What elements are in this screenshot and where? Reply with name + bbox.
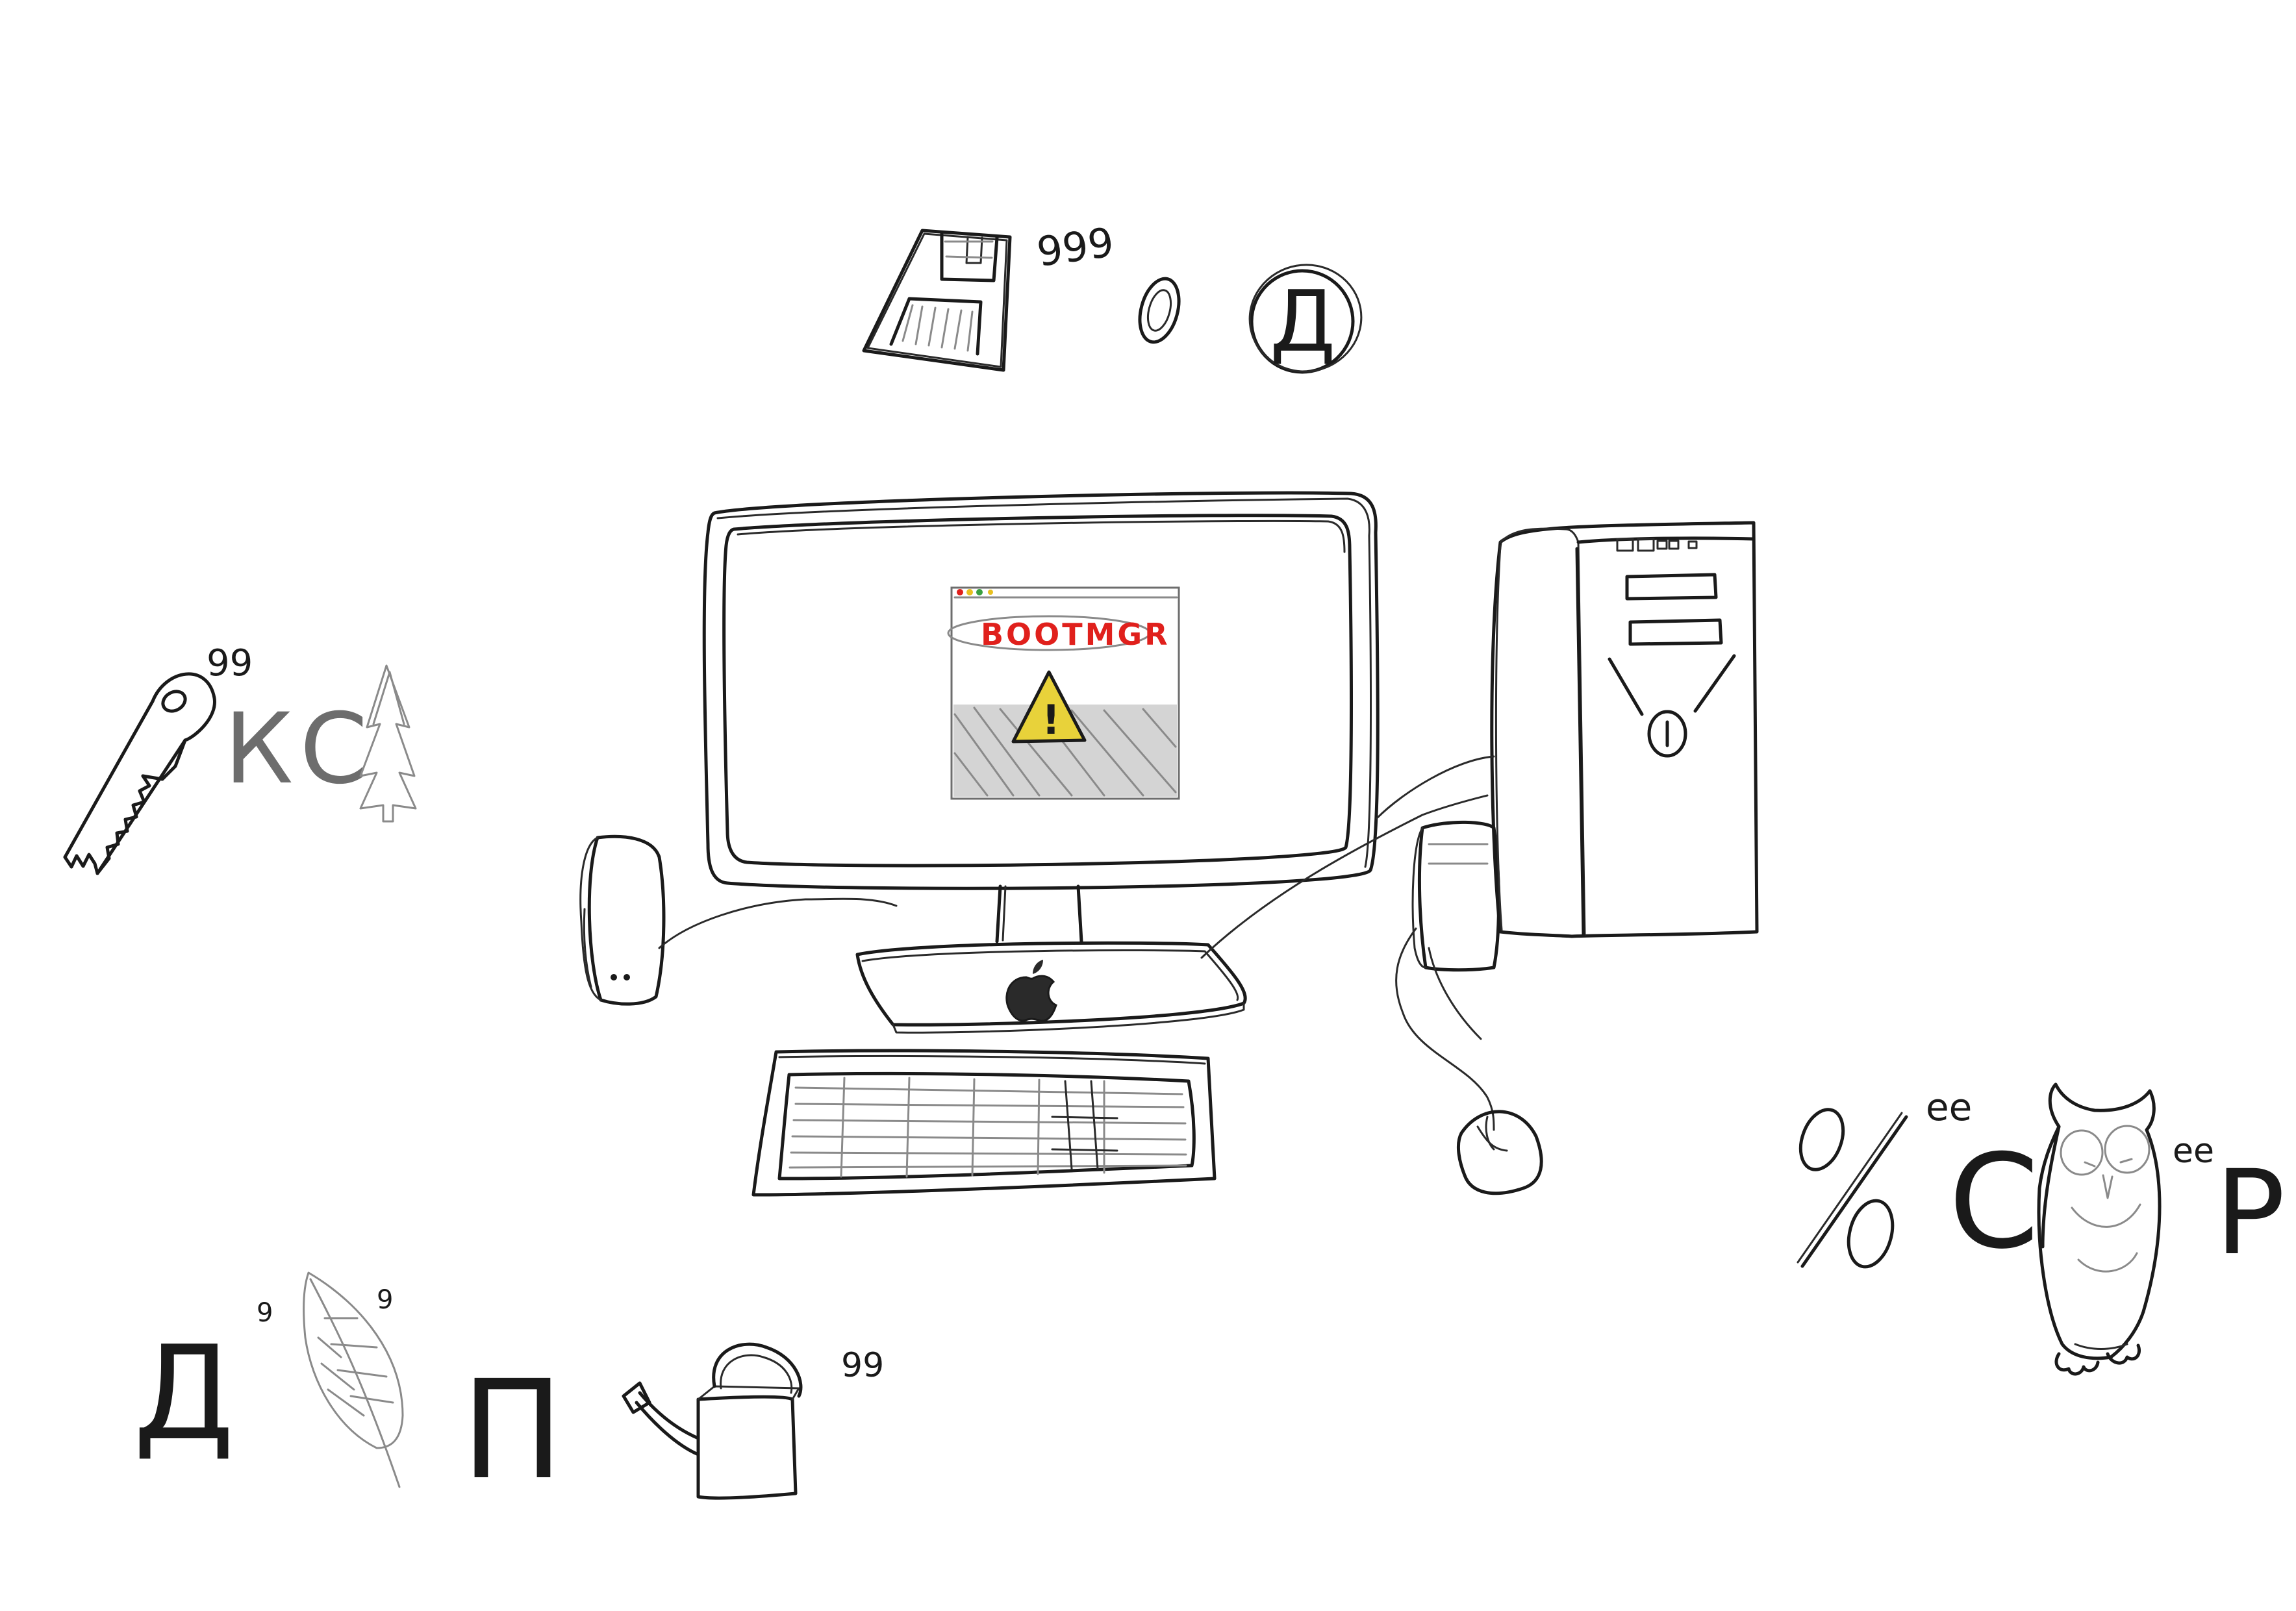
bottom-letter-p: П: [461, 1351, 564, 1510]
mouse: [1457, 1110, 1543, 1195]
rebus-drawing: 999 о Д 99 КС BOOTMGR ! % ee С ee Р Д 9 …: [63, 218, 2286, 1510]
right-rebus: % ee С ee Р: [1797, 1082, 2286, 1376]
top-commas: 999: [1034, 218, 1116, 276]
bottom-rebus: Д 9 9 П 99: [133, 1271, 884, 1510]
minimize-dot: [966, 589, 973, 595]
floppy-disk-icon: [862, 229, 1012, 372]
right-marks-2: ee: [2173, 1132, 2214, 1171]
bottom-comma-2: 9: [377, 1285, 393, 1315]
keyboard: [751, 1049, 1217, 1197]
letter-o-outline: [1138, 277, 1181, 344]
window-dot: [988, 590, 993, 595]
monitor: BOOTMGR !: [702, 491, 1380, 1034]
saw-icon: [63, 672, 216, 875]
percent-sign: %: [1797, 1108, 1908, 1269]
right-letter-c: С: [1949, 1127, 2039, 1278]
maximize-dot: [976, 589, 983, 595]
bottom-comma-1: 9: [257, 1298, 273, 1328]
error-window: BOOTMGR !: [947, 586, 1180, 800]
error-label: BOOTMGR: [981, 617, 1170, 652]
right-marks-1: ee: [1926, 1085, 1972, 1129]
close-dot: [957, 589, 963, 595]
left-letters: КС: [224, 693, 374, 806]
warning-glyph: !: [1042, 696, 1060, 743]
apple-logo-icon: [1005, 960, 1057, 1022]
top-letter-d: Д: [1270, 272, 1336, 371]
left-speaker: [579, 834, 666, 1006]
top-rebus: 999 о Д: [862, 218, 1363, 374]
watering-can-icon: [622, 1342, 803, 1500]
owl-icon: [2037, 1082, 2162, 1376]
right-speaker: [1411, 820, 1500, 972]
circled-letter-d: Д: [1248, 264, 1363, 374]
left-commas: 99: [207, 642, 253, 684]
bottom-letter-d: Д: [133, 1318, 234, 1469]
system-unit: [1490, 521, 1759, 938]
left-rebus: 99 КС: [63, 642, 417, 875]
right-letter-p: Р: [2215, 1145, 2286, 1281]
bottom-commas: 99: [841, 1346, 884, 1385]
unit-front-panel: [1608, 538, 1736, 758]
